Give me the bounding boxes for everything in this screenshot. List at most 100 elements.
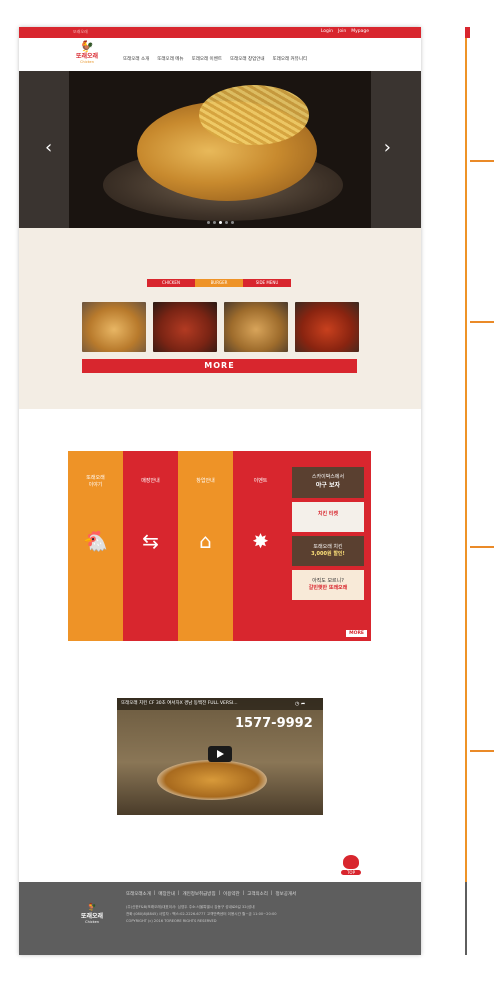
play-icon[interactable] — [208, 746, 232, 762]
tab-side-menu[interactable]: SIDE MENU — [243, 279, 291, 287]
top-bar: 또래오래 Login Join Mypage — [19, 27, 421, 38]
hero-side-right — [371, 71, 421, 228]
footer-logo: 🐓 또래오래 Chicken — [81, 903, 103, 924]
footer-links: 또래오래소개 | 매장안내 | 개인정보취급방침 | 이용약관 | 고객의소리 … — [126, 891, 296, 897]
footer-link-store[interactable]: 매장안내 — [158, 891, 175, 897]
banner-galbi-line2: 갈빈햇반 또래오래 — [308, 585, 348, 591]
video-controls[interactable]: ◷ ➦ — [295, 701, 305, 707]
banner-galbi-line1: 아직도 모르니? — [312, 578, 344, 584]
slider-dot[interactable] — [225, 221, 228, 224]
menu-item-image[interactable] — [82, 302, 146, 352]
footer-address: (주)신한F&B(또래오래)대표이사: 심영두 주소:서울특별시 강동구 성내로… — [126, 905, 255, 909]
timeline-seg-topbar — [465, 27, 470, 38]
hero-fries-image — [199, 85, 309, 145]
slider-dot[interactable] — [231, 221, 234, 224]
footer-separator: | — [218, 891, 221, 896]
menu-item-image[interactable] — [295, 302, 359, 352]
footer-link-voice[interactable]: 고객의소리 — [247, 891, 268, 897]
footer-link-terms[interactable]: 이용약관 — [223, 891, 240, 897]
header: 🐓 또래오래 Chicken 또래오래 소개 또래오래 메뉴 또래오래 이벤트 … — [19, 38, 421, 72]
quick-more-button[interactable]: MORE — [346, 630, 367, 637]
footer-separator: | — [177, 891, 180, 896]
quick-story[interactable]: 또래오래 이야기 🐔 — [68, 451, 123, 641]
banner-galbi[interactable]: 아직도 모르니? 갈빈햇반 또래오래 — [292, 570, 364, 600]
banner-discount-line2: 3,000원 할인! — [311, 551, 345, 557]
menu-thumbnails — [82, 302, 359, 352]
timeline-tick — [470, 321, 494, 323]
section-timeline — [465, 27, 470, 955]
quick-store[interactable]: 매장안내 ⇆ — [123, 451, 178, 641]
chevron-left-icon[interactable]: ‹ — [45, 137, 52, 158]
footer-link-privacy[interactable]: 개인정보취급방침 — [182, 891, 215, 897]
footer-copyright: COPYRIGHT (c) 2016 TOREORE RIGHTS RESERV… — [126, 919, 217, 923]
menu-item-image[interactable] — [153, 302, 217, 352]
nav-item-community[interactable]: 또래오래 커뮤니티 — [273, 56, 308, 62]
store-icon: ⌂ — [199, 529, 212, 553]
join-link[interactable]: Join — [338, 29, 346, 34]
main-nav: 또래오래 소개 또래오래 메뉴 또래오래 이벤트 또래오래 창업안내 또래오래 … — [123, 56, 307, 62]
hero-slider: ‹ › — [19, 71, 421, 228]
tab-burger[interactable]: BURGER — [195, 279, 243, 287]
chevron-right-icon[interactable]: › — [384, 137, 391, 158]
fireworks-icon: ✸ — [252, 529, 269, 553]
nav-item-about[interactable]: 또래오래 소개 — [123, 56, 149, 62]
rooster-icon — [343, 855, 359, 869]
event-banners: 스카이박스에서 야구 보자 치킨 티켓 또래오래 치킨 3,000원 할인! 아… — [288, 451, 371, 641]
footer-separator: | — [242, 891, 245, 896]
slider-dot[interactable] — [207, 221, 210, 224]
timeline-seg-body — [465, 38, 467, 882]
quick-franchise[interactable]: 창업안내 ⌂ — [178, 451, 233, 641]
top-bar-logo: 또래오래 — [73, 29, 88, 34]
timeline-tick — [470, 160, 494, 162]
slider-dots — [207, 221, 234, 224]
footer-info: (주)신한F&B(또래오래)대표이사: 심영두 주소:서울특별시 강동구 성내로… — [126, 904, 277, 925]
tab-chicken[interactable]: CHICKEN — [147, 279, 195, 287]
timeline-tick — [470, 546, 494, 548]
footer-link-about[interactable]: 또래오래소개 — [126, 891, 151, 897]
footer-logo-name: 또래오래 — [81, 913, 104, 920]
slider-dot[interactable] — [213, 221, 216, 224]
quick-event[interactable]: 이벤트 ✸ — [233, 451, 288, 641]
quick-franchise-label: 창업안내 — [196, 478, 215, 484]
footer-logo-sub: Chicken — [85, 920, 99, 924]
timeline-tick — [470, 750, 494, 752]
banner-discount-line1: 또래오래 치킨 — [313, 544, 343, 550]
top-links: Login Join Mypage — [321, 29, 369, 34]
signpost-icon: ⇆ — [142, 529, 159, 553]
footer: 또래오래소개 | 매장안내 | 개인정보취급방침 | 이용약관 | 고객의소리 … — [19, 882, 421, 955]
banner-discount[interactable]: 또래오래 치킨 3,000원 할인! — [292, 536, 364, 566]
nav-item-event[interactable]: 또래오래 이벤트 — [192, 56, 222, 62]
banner-ticket[interactable]: 치킨 티켓 — [292, 502, 364, 532]
menu-more-button[interactable]: MORE — [82, 359, 357, 373]
menu-item-image[interactable] — [224, 302, 288, 352]
timeline-seg-footer — [465, 882, 467, 955]
top-label: TOP — [341, 870, 361, 875]
brand-name: 또래오래 — [75, 53, 99, 60]
top-button[interactable]: TOP — [341, 855, 361, 877]
menu-section: CHICKEN BURGER SIDE MENU MORE — [19, 228, 421, 409]
login-link[interactable]: Login — [321, 29, 333, 34]
video-player[interactable]: 또래오래 치킨 CF 30초 여서자X 경남 동백전 FULL VERSI...… — [117, 698, 323, 815]
video-phone: 1577-9992 — [235, 716, 313, 731]
slider-dot-active[interactable] — [219, 221, 222, 224]
rooster-icon: 🐓 — [87, 903, 97, 911]
nav-item-franchise[interactable]: 또래오래 창업안내 — [230, 56, 265, 62]
video-chicken-image — [157, 760, 267, 800]
hero-side-left — [19, 71, 69, 228]
brand-logo[interactable]: 🐓 또래오래 Chicken — [73, 41, 101, 67]
page: 또래오래 Login Join Mypage 🐓 또래오래 Chicken 또래… — [19, 27, 421, 955]
footer-contact: 전화:(080)8(8845) 사업자 : 팩스:02-2226-6777 고객… — [126, 912, 277, 916]
mypage-link[interactable]: Mypage — [351, 29, 369, 34]
nav-item-menu[interactable]: 또래오래 메뉴 — [157, 56, 183, 62]
banner-skybox-line1: 스카이박스에서 — [311, 474, 345, 480]
quick-store-label: 매장안내 — [141, 478, 160, 484]
quick-story-label: 또래오래 이야기 — [86, 475, 105, 488]
quick-links: 또래오래 이야기 🐔 매장안내 ⇆ 창업안내 ⌂ 이벤트 ✸ 스카이박스에서 야… — [68, 451, 371, 641]
video-title: 또래오래 치킨 CF 30초 여서자X 경남 동백전 FULL VERSI... — [117, 698, 323, 710]
footer-separator: | — [270, 891, 273, 896]
footer-link-disclosure[interactable]: 정보공개서 — [275, 891, 296, 897]
banner-skybox[interactable]: 스카이박스에서 야구 보자 — [292, 467, 364, 498]
quick-event-label: 이벤트 — [253, 478, 268, 484]
brand-sub: Chicken — [80, 60, 94, 64]
rooster-icon: 🐓 — [80, 40, 94, 53]
